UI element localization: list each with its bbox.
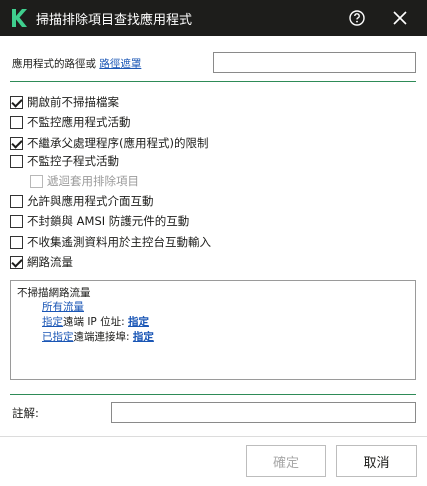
- checkbox: [30, 174, 43, 188]
- option-no-monitor-child[interactable]: 不監控子程式活動: [10, 152, 119, 170]
- all-traffic-link[interactable]: 所有流量: [42, 301, 84, 313]
- checkbox[interactable]: [10, 214, 23, 228]
- checkbox[interactable]: [10, 154, 23, 168]
- network-panel-title: 不掃描網路流量: [17, 287, 91, 299]
- cancel-button[interactable]: 取消: [336, 445, 417, 477]
- path-label: 應用程式的路徑或 路徑遮罩: [12, 56, 141, 71]
- option-no-monitor-app-activity[interactable]: 不監控應用程式活動: [10, 113, 131, 131]
- option-label: 網路流量: [27, 255, 73, 269]
- note-label: 註解:: [12, 406, 39, 420]
- window-title: 掃描排除項目查找應用程式: [36, 13, 193, 28]
- remote-ip-specify-link[interactable]: 指定: [128, 316, 149, 328]
- option-network-traffic[interactable]: 網路流量: [10, 253, 73, 271]
- option-label: 遞迴套用排除項目: [47, 174, 139, 188]
- option-label: 不監控子程式活動: [27, 154, 119, 168]
- remote-port-specify-link[interactable]: 指定: [133, 331, 154, 343]
- checkbox[interactable]: [10, 235, 23, 249]
- checkbox[interactable]: [10, 95, 23, 109]
- question-circle-icon[interactable]: [347, 8, 367, 28]
- note-input[interactable]: [111, 402, 416, 423]
- option-label: 開啟前不掃描檔案: [27, 95, 119, 109]
- option-label: 不封鎖與 AMSI 防護元件的互動: [27, 214, 190, 228]
- option-no-telemetry-console-input[interactable]: 不收集遙測資料用於主控台互動輸入: [10, 233, 211, 251]
- divider-bottom: [10, 394, 416, 395]
- option-no-inherit-parent[interactable]: 不繼承父處理程序(應用程式)的限制: [10, 134, 208, 152]
- path-label-text: 應用程式的路徑或: [12, 58, 96, 70]
- network-remote-port-row: 已指定遠端連接埠: 指定: [42, 329, 154, 344]
- option-label: 不繼承父處理程序(應用程式)的限制: [27, 136, 209, 150]
- checkbox[interactable]: [10, 255, 23, 269]
- checkbox[interactable]: [10, 115, 23, 129]
- option-allow-interface-interaction[interactable]: 允許與應用程式介面互動: [10, 192, 154, 210]
- title-bar: 掃描排除項目查找應用程式: [0, 0, 427, 36]
- ok-button[interactable]: 確定: [246, 445, 326, 477]
- option-label: 不收集遙測資料用於主控台互動輸入: [27, 235, 211, 249]
- network-remote-ip-row: 指定遠端 IP 位址: 指定: [42, 314, 149, 329]
- option-apply-recursively: 遞迴套用排除項目: [30, 172, 139, 190]
- remote-port-mode-link[interactable]: 已指定: [42, 331, 74, 343]
- divider-top: [10, 81, 416, 82]
- kaspersky-k-icon: [12, 9, 27, 27]
- option-no-block-amsi[interactable]: 不封鎖與 AMSI 防護元件的互動: [10, 212, 189, 230]
- option-no-scan-on-open[interactable]: 開啟前不掃描檔案: [10, 93, 119, 111]
- network-all-traffic-row: 所有流量: [42, 299, 84, 314]
- path-mask-link[interactable]: 路徑遮罩: [99, 58, 141, 70]
- path-input[interactable]: [213, 52, 416, 73]
- dialog-footer: 確定 取消: [0, 436, 427, 486]
- checkbox[interactable]: [10, 194, 23, 208]
- checkbox[interactable]: [10, 136, 23, 150]
- remote-ip-mode-link[interactable]: 指定: [42, 316, 63, 328]
- option-label: 不監控應用程式活動: [27, 115, 131, 129]
- network-traffic-panel: 不掃描網路流量 所有流量 指定遠端 IP 位址: 指定 已指定遠端連接埠: 指定: [10, 280, 416, 380]
- remote-ip-label: 遠端 IP 位址:: [63, 316, 125, 328]
- close-x-icon[interactable]: [390, 8, 410, 28]
- option-label: 允許與應用程式介面互動: [27, 194, 154, 208]
- remote-port-label: 遠端連接埠:: [73, 331, 130, 343]
